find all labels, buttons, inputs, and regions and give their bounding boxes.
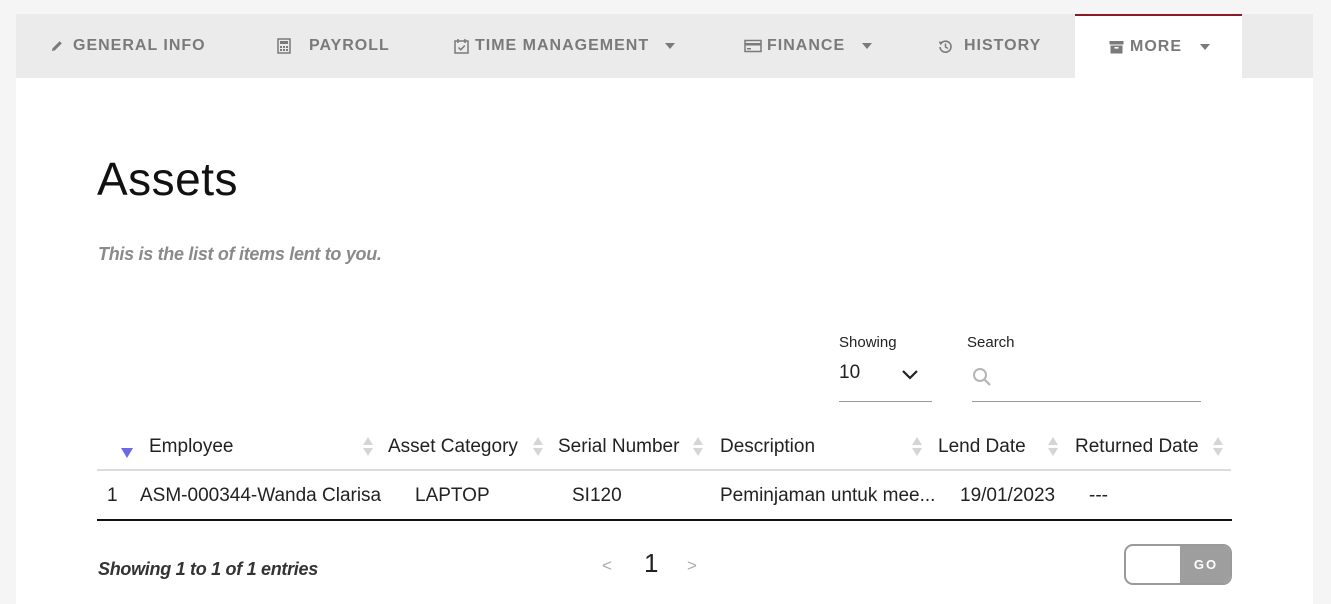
page-size-select[interactable]: 10 <box>839 360 932 402</box>
cell-employee: ASM-000344-Wanda Clarisa <box>140 485 382 506</box>
column-header-description[interactable]: Description <box>720 436 815 458</box>
tab-finance[interactable]: FINANCE <box>744 14 873 78</box>
search-label: Search <box>967 334 1015 351</box>
tab-time-management[interactable]: TIME MANAGEMENT <box>453 14 676 78</box>
column-header-asset-category[interactable]: Asset Category <box>388 436 518 458</box>
go-button[interactable]: GO <box>1180 546 1230 583</box>
cell-returned-date: --- <box>1089 485 1108 506</box>
sort-icon[interactable] <box>693 437 703 457</box>
cell-asset-category: LAPTOP <box>415 485 490 506</box>
next-page-button[interactable]: > <box>687 556 697 576</box>
page-subtitle: This is the list of items lent to you. <box>98 244 382 264</box>
search-icon <box>972 367 992 392</box>
chevron-down-icon <box>901 368 919 386</box>
go-to-page-input[interactable] <box>1126 546 1180 583</box>
entries-info: Showing 1 to 1 of 1 entries <box>98 559 318 579</box>
search-box <box>972 364 1201 402</box>
tab-label: HISTORY <box>964 37 1042 54</box>
table-row[interactable]: 1 ASM-000344-Wanda Clarisa LAPTOP SI120 … <box>97 472 1232 521</box>
page-size-value: 10 <box>839 362 861 383</box>
sort-desc-icon[interactable] <box>121 445 133 463</box>
chevron-down-icon <box>862 43 873 49</box>
prev-page-button[interactable]: < <box>602 556 612 576</box>
calculator-icon <box>276 38 292 54</box>
row-number: 1 <box>107 485 118 506</box>
chevron-down-icon <box>1200 44 1210 50</box>
tab-label: PAYROLL <box>309 37 390 54</box>
tab-label: FINANCE <box>767 37 846 54</box>
credit-card-icon <box>744 38 762 54</box>
tab-label: GENERAL INFO <box>73 37 206 54</box>
sort-icon[interactable] <box>533 437 543 457</box>
tab-history[interactable]: HISTORY <box>937 14 1041 78</box>
page-number-button[interactable]: 1 <box>644 548 658 579</box>
tab-more[interactable]: MORE <box>1075 14 1242 78</box>
tab-general-info[interactable]: GENERAL INFO <box>49 14 206 78</box>
sort-icon[interactable] <box>912 437 922 457</box>
cell-description: Peminjaman untuk mee... <box>720 485 936 506</box>
page-title: Assets <box>97 153 239 205</box>
pencil-icon <box>49 38 65 54</box>
go-to-page-control: GO <box>1124 544 1232 585</box>
sort-icon[interactable] <box>363 437 373 457</box>
column-header-lend-date[interactable]: Lend Date <box>938 436 1026 458</box>
sort-icon[interactable] <box>1048 437 1058 457</box>
calendar-check-icon <box>453 38 469 54</box>
cell-lend-date: 19/01/2023 <box>960 485 1056 506</box>
history-icon <box>937 38 953 54</box>
main-card: GENERAL INFO PAYROLL TIME MANAGEMENT FIN… <box>16 14 1313 604</box>
showing-label: Showing <box>839 334 897 351</box>
tab-label: TIME MANAGEMENT <box>475 37 650 54</box>
table-header: Employee Asset Category Serial Number De… <box>97 428 1231 471</box>
search-input[interactable] <box>1002 364 1197 398</box>
tab-payroll[interactable]: PAYROLL <box>276 14 390 78</box>
cell-serial-number: SI120 <box>572 485 622 506</box>
tab-bar: GENERAL INFO PAYROLL TIME MANAGEMENT FIN… <box>16 14 1313 78</box>
column-header-employee[interactable]: Employee <box>149 436 234 458</box>
column-header-serial-number[interactable]: Serial Number <box>558 436 679 458</box>
archive-icon <box>1108 39 1124 55</box>
sort-icon[interactable] <box>1213 437 1223 457</box>
tab-label: MORE <box>1130 38 1182 55</box>
chevron-down-icon <box>665 43 676 49</box>
column-header-returned-date[interactable]: Returned Date <box>1075 436 1199 458</box>
